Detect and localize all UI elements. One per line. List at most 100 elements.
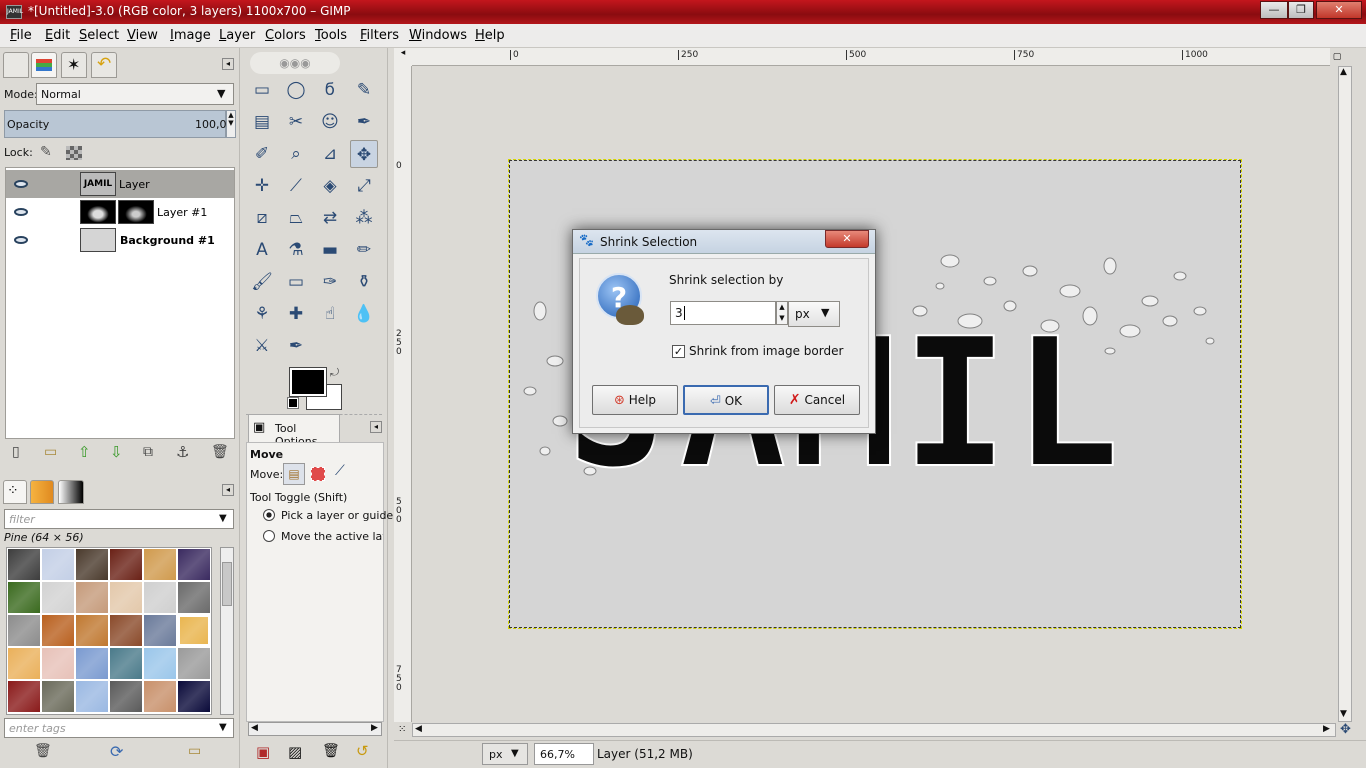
- pattern-swatch[interactable]: [144, 681, 176, 712]
- move-selection-mode-icon[interactable]: [311, 467, 325, 481]
- refresh-patterns-icon[interactable]: ⟳: [110, 742, 123, 761]
- tool-button[interactable]: ☝: [316, 300, 344, 328]
- pattern-swatch[interactable]: [76, 648, 108, 679]
- layer-row[interactable]: Background #1: [6, 226, 234, 254]
- move-layer-mode-icon[interactable]: ▤: [283, 463, 305, 485]
- tool-button[interactable]: ⊿: [316, 140, 344, 168]
- pattern-scrollbar[interactable]: [220, 547, 234, 715]
- navigate-icon[interactable]: ⁙: [398, 724, 406, 735]
- tool-button[interactable]: ▤: [248, 108, 276, 136]
- visibility-eye-icon[interactable]: [14, 236, 28, 244]
- pattern-swatch[interactable]: [144, 648, 176, 679]
- shrink-amount-input[interactable]: 3: [670, 301, 776, 325]
- scrollbar-thumb[interactable]: [222, 562, 232, 606]
- dock-menu-button[interactable]: ◂: [222, 58, 234, 70]
- tool-button[interactable]: ⤢: [350, 172, 378, 200]
- menu-help[interactable]: Help: [475, 28, 505, 43]
- pattern-swatch[interactable]: [110, 681, 142, 712]
- tool-options-menu-button[interactable]: ◂: [370, 421, 382, 433]
- zoom-to-window-icon[interactable]: ▢: [1330, 48, 1344, 66]
- menu-filters[interactable]: Filters: [360, 28, 399, 43]
- tool-button[interactable]: ◈: [316, 172, 344, 200]
- duplicate-layer-icon[interactable]: ⧉: [143, 444, 153, 460]
- move-path-mode-icon[interactable]: ⟋: [335, 463, 345, 479]
- scroll-up-icon[interactable]: ▲: [1340, 67, 1347, 77]
- pattern-swatch[interactable]: [76, 615, 108, 646]
- hscroll-track[interactable]: ◀ ▶: [412, 723, 1336, 737]
- delete-options-icon[interactable]: 🗑: [322, 743, 340, 759]
- tool-button[interactable]: ⏢: [282, 204, 310, 232]
- tool-button[interactable]: ☺: [316, 108, 344, 136]
- tool-options-hscroll[interactable]: ◀ ▶: [248, 722, 382, 736]
- pattern-swatch[interactable]: [144, 615, 176, 646]
- tab-paths[interactable]: ✶: [61, 52, 87, 78]
- tool-button[interactable]: ✂: [282, 108, 310, 136]
- tool-button[interactable]: ϭ: [316, 76, 344, 104]
- tool-button[interactable]: ✏: [350, 236, 378, 264]
- pattern-swatch[interactable]: [76, 582, 108, 613]
- pattern-swatch[interactable]: [42, 582, 74, 613]
- tool-button[interactable]: ✒: [282, 332, 310, 360]
- layer-row[interactable]: Layer #1: [6, 198, 234, 226]
- menu-view[interactable]: View: [127, 28, 158, 43]
- maximize-button[interactable]: ❐: [1288, 1, 1314, 19]
- pattern-swatch[interactable]: [42, 648, 74, 679]
- ok-button[interactable]: ⏎ OK: [683, 385, 769, 415]
- pattern-swatch[interactable]: [178, 582, 210, 613]
- pattern-swatch[interactable]: [178, 549, 210, 580]
- shrink-border-checkbox[interactable]: ✓: [672, 345, 685, 358]
- scroll-down-icon[interactable]: ▼: [1340, 709, 1347, 719]
- tool-button[interactable]: ✥: [350, 140, 378, 168]
- menu-edit[interactable]: Edit: [45, 28, 70, 43]
- tool-button[interactable]: ✑: [316, 268, 344, 296]
- pattern-swatch[interactable]: [178, 615, 210, 646]
- tool-button[interactable]: ◯: [282, 76, 310, 104]
- radio-move-active-layer[interactable]: [263, 530, 275, 542]
- radio-pick-layer[interactable]: [263, 509, 275, 521]
- pattern-swatch[interactable]: [76, 549, 108, 580]
- tool-button[interactable]: ⚘: [248, 300, 276, 328]
- tool-button[interactable]: ✎: [350, 76, 378, 104]
- scroll-right-icon[interactable]: ▶: [371, 723, 378, 733]
- shrink-amount-spinner[interactable]: ▲ ▼: [776, 301, 788, 325]
- anchor-layer-icon[interactable]: ⚓: [176, 443, 189, 461]
- menu-image[interactable]: Image: [170, 28, 211, 43]
- pattern-swatch[interactable]: [144, 549, 176, 580]
- delete-layer-icon[interactable]: 🗑: [211, 444, 229, 460]
- lock-alpha-icon[interactable]: [66, 146, 82, 160]
- lower-layer-icon[interactable]: ⇩: [110, 443, 123, 461]
- pattern-swatch[interactable]: [8, 648, 40, 679]
- menu-file[interactable]: File: [10, 28, 32, 43]
- dialog-close-button[interactable]: ✕: [825, 230, 869, 248]
- lock-pixels-icon[interactable]: ✎: [40, 144, 52, 160]
- pattern-swatch[interactable]: [42, 681, 74, 712]
- tool-button[interactable]: 🖌: [248, 268, 276, 296]
- pattern-swatch[interactable]: [8, 549, 40, 580]
- tab-patterns[interactable]: [30, 480, 54, 504]
- new-layer-group-icon[interactable]: ▭: [44, 444, 57, 460]
- unit-selector[interactable]: px ▼: [482, 743, 528, 765]
- swap-colors-icon[interactable]: ⤾: [330, 366, 339, 380]
- pattern-swatch[interactable]: [42, 549, 74, 580]
- tool-button[interactable]: ▭: [248, 76, 276, 104]
- scroll-left-icon[interactable]: ◀: [415, 724, 422, 734]
- pattern-swatch[interactable]: [76, 681, 108, 712]
- tool-button[interactable]: ✒: [350, 108, 378, 136]
- tool-button[interactable]: ⟋: [282, 172, 310, 200]
- pattern-swatch[interactable]: [110, 648, 142, 679]
- zoom-selector[interactable]: 66,7%: [534, 743, 594, 765]
- pattern-swatch[interactable]: [8, 681, 40, 712]
- opacity-slider[interactable]: Opacity 100,0: [4, 110, 227, 138]
- new-layer-icon[interactable]: ▯: [12, 444, 20, 460]
- pattern-swatch[interactable]: [110, 615, 142, 646]
- pattern-swatch[interactable]: [178, 681, 210, 712]
- tool-button[interactable]: ✛: [248, 172, 276, 200]
- unit-select[interactable]: px ▼: [788, 301, 840, 327]
- save-options-icon[interactable]: ▣: [256, 743, 270, 761]
- visibility-eye-icon[interactable]: [14, 180, 28, 188]
- tool-button[interactable]: ✐: [248, 140, 276, 168]
- raise-layer-icon[interactable]: ⇧: [78, 443, 91, 461]
- tab-brushes[interactable]: ⁘: [3, 480, 27, 504]
- patterns-menu-button[interactable]: ◂: [222, 484, 234, 496]
- tool-button[interactable]: ⚔: [248, 332, 276, 360]
